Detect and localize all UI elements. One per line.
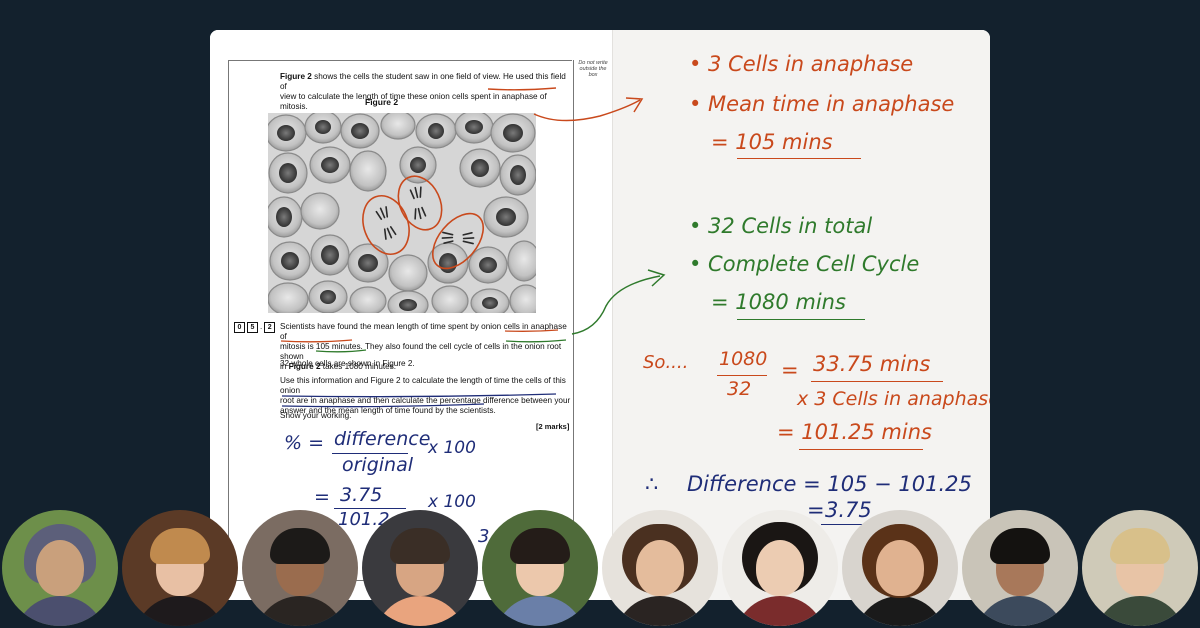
question-dot: . bbox=[260, 322, 263, 331]
note-3-cells: • 3 Cells in anaphase bbox=[689, 52, 914, 76]
question-digit: 0 bbox=[234, 322, 245, 333]
note-105-mins: = 105 mins bbox=[711, 130, 833, 154]
whole-cells-text: 32 whole cells are shown in Figure 2. bbox=[280, 359, 415, 368]
note-therefore: ∴ bbox=[645, 472, 659, 496]
marks-label: [2 marks] bbox=[536, 422, 570, 431]
margin-note: Do not write outside the box bbox=[578, 60, 608, 78]
underline-105 bbox=[737, 158, 861, 159]
participant-avatar bbox=[1082, 510, 1198, 626]
note-33-75: 33.75 mins bbox=[813, 352, 931, 376]
intro-text: Figure 2 shows the cells the student saw… bbox=[280, 72, 566, 111]
working-times100b: x 100 bbox=[428, 492, 476, 512]
note-32-den: 32 bbox=[727, 378, 752, 400]
participant-avatar bbox=[482, 510, 598, 626]
working-times100: x 100 bbox=[428, 438, 476, 458]
participant-avatar bbox=[722, 510, 838, 626]
participant-avatar bbox=[2, 510, 118, 626]
question-digit: 2 bbox=[264, 322, 276, 333]
participant-avatar bbox=[122, 510, 238, 626]
note-1080-num: 1080 bbox=[719, 348, 768, 370]
worksheet-card: Do not write outside the box Figure 2 sh… bbox=[210, 30, 990, 600]
note-difference: Difference = 105 − 101.25 bbox=[687, 472, 972, 496]
micrograph-svg bbox=[268, 113, 536, 313]
note-1080-mins: = 1080 mins bbox=[711, 290, 846, 314]
note-so: So.... bbox=[643, 352, 689, 373]
working-original: original bbox=[342, 454, 414, 476]
note-101-25: = 101.25 mins bbox=[777, 420, 932, 444]
question-digit: 5 bbox=[247, 322, 258, 333]
participant-avatar bbox=[362, 510, 478, 626]
question-number: 0 5 . 2 bbox=[234, 322, 276, 333]
working-375: 3.75 bbox=[340, 484, 383, 506]
note-mean-time: • Mean time in anaphase bbox=[689, 92, 955, 116]
working-eq: = bbox=[314, 486, 330, 508]
underline-1080 bbox=[737, 319, 865, 320]
show-working-text: Show your working. bbox=[280, 411, 352, 420]
participant-avatar bbox=[602, 510, 718, 626]
figure-title: Figure 2 bbox=[365, 97, 399, 107]
note-3-75: 3.75 bbox=[825, 498, 872, 522]
micrograph-image bbox=[268, 113, 536, 313]
fraction-bar-right bbox=[717, 375, 767, 376]
working-pct: % = bbox=[284, 432, 325, 454]
note-times-3: x 3 Cells in anaphase bbox=[797, 388, 990, 410]
note-32-cells: • 32 Cells in total bbox=[689, 214, 873, 238]
note-complete-cycle: • Complete Cell Cycle bbox=[689, 252, 920, 276]
underline-101-25 bbox=[799, 449, 923, 450]
participant-avatar bbox=[842, 510, 958, 626]
participant-avatar bbox=[962, 510, 1078, 626]
note-eq1: = bbox=[781, 358, 799, 382]
participant-avatar bbox=[242, 510, 358, 626]
underline-33-75 bbox=[811, 381, 943, 382]
instruction-text: Use this information and Figure 2 to cal… bbox=[280, 376, 571, 415]
working-difference: difference bbox=[334, 428, 431, 450]
